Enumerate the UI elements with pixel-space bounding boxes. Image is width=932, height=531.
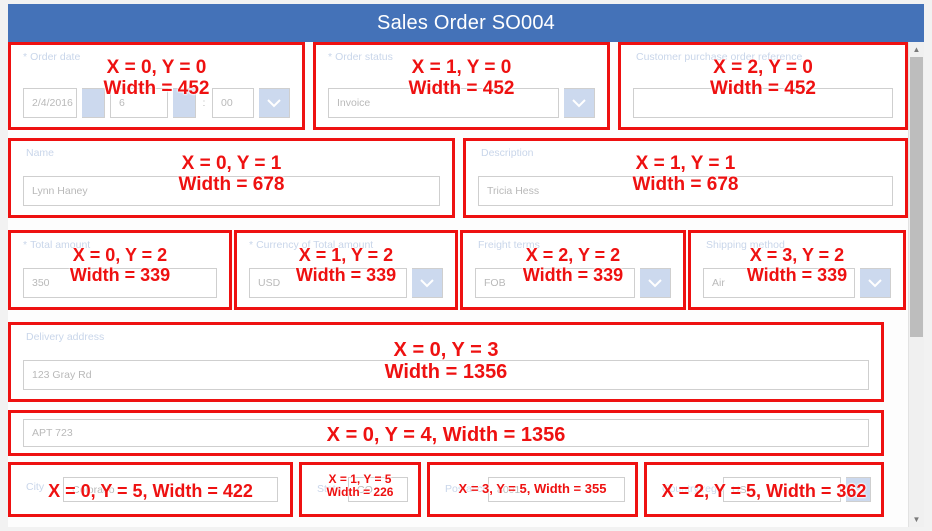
name-input[interactable]: Lynn Haney: [23, 176, 440, 206]
page-title: Sales Order SO004: [377, 11, 555, 34]
required-marker: *: [249, 239, 254, 251]
delivery-address-line2-input[interactable]: APT 723: [23, 419, 869, 447]
freight-terms-input[interactable]: FOB: [475, 268, 635, 298]
form-body: * Order date 2/4/2016 6 : 00 X = 0, Y = 0…: [8, 42, 924, 527]
field-control-total-amount[interactable]: 350: [23, 268, 217, 298]
vertical-scrollbar[interactable]: ▲ ▼: [908, 42, 924, 527]
field-description[interactable]: Description Tricia Hess X = 1, Y = 1 Wid…: [463, 138, 908, 218]
field-control-order-status[interactable]: Invoice: [328, 88, 595, 118]
country-region-input[interactable]: US: [723, 477, 841, 502]
field-label-description: Description: [481, 147, 534, 159]
chevron-down-icon[interactable]: [564, 88, 595, 118]
field-label-delivery-address: Delivery address: [26, 331, 105, 343]
chevron-down-icon[interactable]: [860, 268, 891, 298]
field-city[interactable]: City Colorado X = 0, Y = 5, Width = 422: [8, 462, 293, 517]
form-row-0: * Order date 2/4/2016 6 : 00 X = 0, Y = 0…: [8, 42, 908, 130]
field-label-customer-po-reference: Customer purchase order reference: [636, 51, 803, 63]
field-label-freight-terms: Freight terms: [478, 239, 540, 251]
window-titlebar: Sales Order SO004: [8, 4, 924, 42]
field-shipping-method[interactable]: Shipping method Air X = 3, Y = 2 Width =…: [688, 230, 906, 310]
field-label-shipping-method: Shipping method: [706, 239, 785, 251]
field-label-name: Name: [26, 147, 55, 159]
required-marker: *: [23, 51, 28, 63]
form-row-5: City Colorado X = 0, Y = 5, Width = 422 …: [8, 462, 908, 517]
required-marker: *: [23, 239, 28, 251]
field-control-postal-code[interactable]: 80014: [488, 477, 625, 502]
time-separator: :: [202, 97, 206, 109]
order-date-input[interactable]: 2/4/2016: [23, 88, 77, 118]
form-row-2: * Total amount 350 X = 0, Y = 2 Width = 3…: [8, 230, 908, 310]
chevron-down-icon[interactable]: [846, 477, 871, 502]
order-hour-input[interactable]: 6: [110, 88, 168, 118]
chevron-down-icon[interactable]: [259, 88, 290, 118]
field-state[interactable]: State CO X = 1, Y = 5 Width = 226: [299, 462, 421, 517]
field-control-customer-po-reference[interactable]: [633, 88, 893, 118]
city-input[interactable]: Colorado: [63, 477, 278, 502]
scroll-up-arrow-icon[interactable]: ▲: [909, 42, 924, 57]
field-order-status[interactable]: * Order status Invoice X = 1, Y = 0 Width…: [313, 42, 610, 130]
form-row-4: APT 723 X = 0, Y = 4, Width = 1356: [8, 410, 908, 456]
field-label-currency-of-total-amount: * Currency of Total amount: [249, 239, 374, 251]
field-postal-code[interactable]: Postal code 80014 X = 3, Y = 5, Width = …: [427, 462, 638, 517]
order-hour-spinner[interactable]: [173, 88, 196, 118]
order-minute-input[interactable]: 00: [212, 88, 254, 118]
field-customer-po-reference[interactable]: Customer purchase order reference X = 2,…: [618, 42, 908, 130]
field-label-order-status: * Order status: [328, 51, 393, 63]
order-date-spinner[interactable]: [82, 88, 105, 118]
shipping-method-input[interactable]: Air: [703, 268, 855, 298]
field-total-amount[interactable]: * Total amount 350 X = 0, Y = 2 Width = 3…: [8, 230, 232, 310]
chevron-down-icon[interactable]: [640, 268, 671, 298]
form-row-1: Name Lynn Haney X = 0, Y = 1 Width = 678…: [8, 138, 908, 218]
field-label-state: State: [317, 483, 342, 495]
field-delivery-address-line2[interactable]: APT 723 X = 0, Y = 4, Width = 1356: [8, 410, 884, 456]
field-control-name[interactable]: Lynn Haney: [23, 176, 440, 206]
currency-of-total-amount-input[interactable]: USD: [249, 268, 407, 298]
description-input[interactable]: Tricia Hess: [478, 176, 893, 206]
scrollbar-thumb[interactable]: [910, 57, 923, 337]
field-label-total-amount: * Total amount: [23, 239, 91, 251]
required-marker: *: [328, 51, 333, 63]
field-control-description[interactable]: Tricia Hess: [478, 176, 893, 206]
delivery-address-input[interactable]: 123 Gray Rd: [23, 360, 869, 390]
sales-order-window: Sales Order SO004 * Order date 2/4/2016 6…: [0, 0, 932, 531]
field-order-date[interactable]: * Order date 2/4/2016 6 : 00 X = 0, Y = 0…: [8, 42, 305, 130]
field-label-order-date: * Order date: [23, 51, 81, 63]
field-currency-of-total-amount[interactable]: * Currency of Total amount USD X = 1, Y =…: [234, 230, 458, 310]
field-control-city[interactable]: Colorado: [63, 477, 278, 502]
field-label-country-region: Country/region: [662, 483, 731, 495]
field-country-region[interactable]: Country/region US X = 2, Y = 5, Width = …: [644, 462, 884, 517]
field-control-freight-terms[interactable]: FOB: [475, 268, 671, 298]
postal-code-input[interactable]: 80014: [488, 477, 625, 502]
total-amount-input[interactable]: 350: [23, 268, 217, 298]
field-freight-terms[interactable]: Freight terms FOB X = 2, Y = 2 Width = 3…: [460, 230, 686, 310]
field-control-country-region[interactable]: US: [723, 477, 871, 502]
state-input[interactable]: CO: [348, 477, 408, 502]
field-control-delivery-address[interactable]: 123 Gray Rd: [23, 360, 869, 390]
field-control-shipping-method[interactable]: Air: [703, 268, 891, 298]
field-name[interactable]: Name Lynn Haney X = 0, Y = 1 Width = 678: [8, 138, 455, 218]
order-status-input[interactable]: Invoice: [328, 88, 559, 118]
field-control-delivery-address-line2[interactable]: APT 723: [23, 419, 869, 447]
form-row-3: Delivery address 123 Gray Rd X = 0, Y = …: [8, 322, 908, 402]
chevron-down-icon[interactable]: [412, 268, 443, 298]
field-label-city: City: [26, 481, 45, 493]
customer-po-reference-input[interactable]: [633, 88, 893, 118]
field-control-currency-of-total-amount[interactable]: USD: [249, 268, 443, 298]
field-control-order-date[interactable]: 2/4/2016 6 : 00: [23, 88, 290, 118]
field-control-state[interactable]: CO: [348, 477, 408, 502]
scroll-down-arrow-icon[interactable]: ▼: [909, 512, 924, 527]
field-delivery-address[interactable]: Delivery address 123 Gray Rd X = 0, Y = …: [8, 322, 884, 402]
